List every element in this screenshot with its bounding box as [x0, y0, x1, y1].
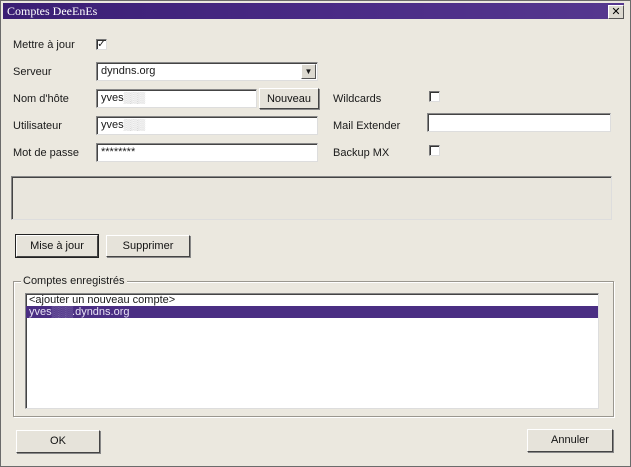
mail-extender-input[interactable]: [427, 113, 611, 132]
list-item-blurred: ▒▒▒: [51, 306, 73, 318]
wildcards-checkbox[interactable]: [429, 91, 440, 102]
window-title: Comptes DeeEnEs: [7, 4, 98, 18]
title-bar: Comptes DeeEnEs: [3, 3, 624, 19]
server-select[interactable]: dyndns.org ▼: [96, 62, 318, 81]
accounts-list[interactable]: <ajouter un nouveau compte> yves▒▒▒.dynd…: [25, 293, 599, 409]
update-label: Mettre à jour: [13, 39, 75, 51]
password-label: Mot de passe: [13, 147, 80, 159]
ok-button[interactable]: OK: [16, 430, 100, 453]
user-label: Utilisateur: [13, 120, 62, 132]
backup-mx-checkbox[interactable]: [429, 145, 440, 156]
list-item-prefix: yves: [29, 306, 52, 318]
chevron-down-icon[interactable]: ▼: [301, 64, 316, 79]
password-input[interactable]: ********: [96, 143, 318, 162]
close-icon[interactable]: ✕: [608, 5, 624, 19]
new-button[interactable]: Nouveau: [259, 88, 319, 109]
user-blurred: ▒▒▒: [123, 119, 145, 131]
delete-button[interactable]: Supprimer: [106, 235, 190, 257]
accounts-dialog: Comptes DeeEnEs ✕ Mettre à jour ✓ Serveu…: [0, 0, 631, 467]
cancel-button[interactable]: Annuler: [527, 429, 613, 452]
server-label: Serveur: [13, 66, 52, 78]
backup-mx-label: Backup MX: [333, 147, 390, 159]
mail-extender-label: Mail Extender: [333, 120, 401, 132]
list-item[interactable]: yves▒▒▒.dyndns.org: [26, 306, 598, 318]
list-item-suffix: .dyndns.org: [72, 306, 130, 318]
update-button[interactable]: Mise à jour: [15, 234, 99, 258]
password-value: ********: [101, 146, 136, 158]
hostname-value: yves: [101, 92, 124, 104]
list-item[interactable]: <ajouter un nouveau compte>: [26, 294, 598, 306]
list-item-label: <ajouter un nouveau compte>: [29, 294, 176, 306]
checkmark-icon: ✓: [97, 39, 106, 50]
wildcards-label: Wildcards: [333, 93, 382, 105]
server-value: dyndns.org: [101, 65, 156, 77]
status-panel: [11, 176, 612, 220]
user-value: yves: [101, 119, 124, 131]
update-checkbox[interactable]: ✓: [96, 39, 107, 50]
hostname-label: Nom d'hôte: [13, 93, 69, 105]
accounts-group-label: Comptes enregistrés: [21, 275, 127, 287]
hostname-blurred: ▒▒▒: [123, 92, 145, 104]
hostname-input[interactable]: yves▒▒▒: [96, 89, 257, 108]
user-input[interactable]: yves▒▒▒: [96, 116, 318, 135]
